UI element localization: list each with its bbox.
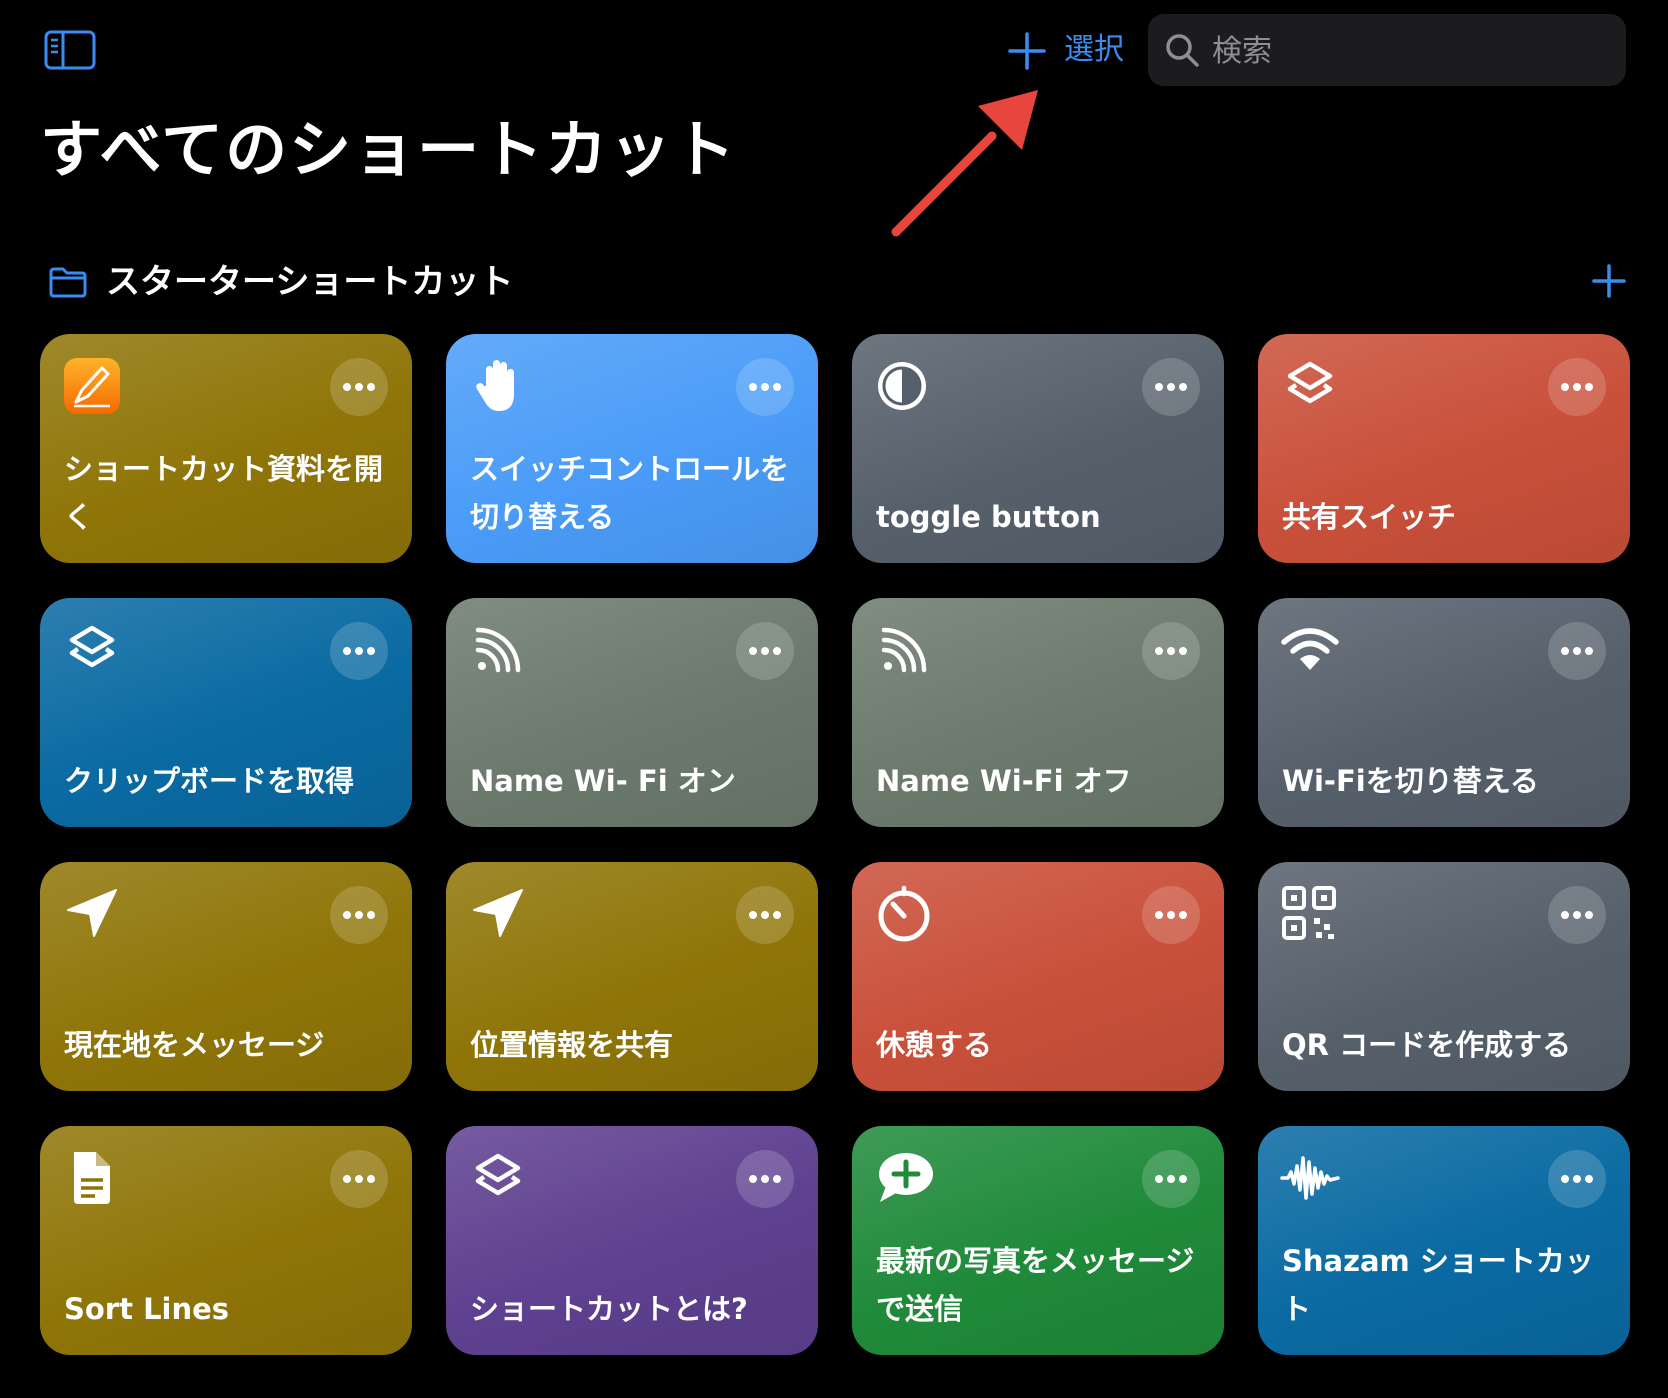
shortcut-tile-label: スイッチコントロールを切り替える <box>470 452 790 534</box>
circle-half-icon <box>874 356 934 416</box>
shortcut-tile[interactable]: Sort Lines <box>40 1126 412 1355</box>
shortcut-tile-label: 共有スイッチ <box>1282 500 1457 534</box>
document-icon <box>62 1148 122 1208</box>
more-options-icon[interactable] <box>736 358 794 416</box>
folder-icon <box>48 266 88 298</box>
location-arrow-icon <box>62 884 122 944</box>
search-icon <box>1164 32 1200 68</box>
top-bar: 選択 <box>0 0 1668 100</box>
rss-feed-icon <box>468 620 528 680</box>
add-to-folder-button[interactable] <box>1590 262 1628 300</box>
shortcut-tile-label: 現在地をメッセージ <box>64 1028 325 1062</box>
shortcut-tile[interactable]: toggle button <box>852 334 1224 563</box>
pages-app-icon <box>62 356 122 416</box>
shortcut-tile-label: QR コードを作成する <box>1282 1028 1572 1062</box>
shortcut-tile[interactable]: Shazam ショートカット <box>1258 1126 1630 1355</box>
shortcut-tile[interactable]: スイッチコントロールを切り替える <box>446 334 818 563</box>
shortcut-tile-label: 位置情報を共有 <box>470 1028 674 1062</box>
hand-raised-icon <box>468 356 528 416</box>
search-input[interactable] <box>1210 14 1614 88</box>
more-options-icon[interactable] <box>1548 622 1606 680</box>
shortcut-tile[interactable]: ショートカット資料を開く <box>40 334 412 563</box>
annotation-arrow <box>880 82 1050 244</box>
more-options-icon[interactable] <box>330 886 388 944</box>
shortcut-tile-label: Shazam ショートカット <box>1282 1244 1594 1326</box>
more-options-icon[interactable] <box>1548 358 1606 416</box>
shortcut-tile-label: Name Wi- Fi オン <box>470 764 736 798</box>
shortcut-tile-label: Sort Lines <box>64 1292 230 1326</box>
add-shortcut-button[interactable] <box>1008 32 1046 70</box>
shortcuts-layers-icon <box>1280 356 1340 416</box>
page-title: すべてのショートカット <box>40 113 738 186</box>
folder-title: スターターショートカット <box>106 262 514 302</box>
shortcut-tile-label: クリップボードを取得 <box>64 764 355 798</box>
more-options-icon[interactable] <box>1142 622 1200 680</box>
shortcut-tile[interactable]: 現在地をメッセージ <box>40 862 412 1091</box>
shortcuts-layers-icon <box>62 620 122 680</box>
shortcut-tile-label: Wi-Fiを切り替える <box>1282 764 1539 798</box>
search-bar[interactable] <box>1148 14 1626 88</box>
folder-header: スターターショートカット <box>0 250 1668 314</box>
rss-feed-icon <box>874 620 934 680</box>
more-options-icon[interactable] <box>330 358 388 416</box>
more-options-icon[interactable] <box>1142 886 1200 944</box>
more-options-icon[interactable] <box>1548 886 1606 944</box>
timer-icon <box>874 884 934 944</box>
select-button[interactable]: 選択 <box>1064 30 1124 70</box>
shortcut-tile-label: ショートカット資料を開く <box>64 452 384 534</box>
shortcut-tile[interactable]: 共有スイッチ <box>1258 334 1630 563</box>
wifi-icon <box>1280 620 1340 680</box>
more-options-icon[interactable] <box>1142 1150 1200 1208</box>
shortcut-tile[interactable]: Wi-Fiを切り替える <box>1258 598 1630 827</box>
shortcut-tile-label: toggle button <box>876 500 1101 534</box>
shortcut-tile[interactable]: クリップボードを取得 <box>40 598 412 827</box>
more-options-icon[interactable] <box>736 622 794 680</box>
more-options-icon[interactable] <box>330 1150 388 1208</box>
location-arrow-icon <box>468 884 528 944</box>
qr-code-icon <box>1280 884 1340 944</box>
more-options-icon[interactable] <box>736 886 794 944</box>
sidebar-toggle-icon[interactable] <box>44 30 96 70</box>
shortcut-tile-label: 休憩する <box>876 1028 993 1062</box>
shortcut-tile[interactable]: 最新の写真をメッセージで送信 <box>852 1126 1224 1355</box>
shortcut-tile[interactable]: 位置情報を共有 <box>446 862 818 1091</box>
shortcut-tile-label: 最新の写真をメッセージで送信 <box>876 1244 1195 1326</box>
waveform-icon <box>1280 1148 1340 1208</box>
more-options-icon[interactable] <box>1548 1150 1606 1208</box>
more-options-icon[interactable] <box>1142 358 1200 416</box>
shortcuts-grid: ショートカット資料を開く スイッチコントロールを切り替える toggle butto… <box>0 334 1668 1364</box>
shortcut-tile-label: ショートカットとは? <box>470 1292 748 1326</box>
shortcut-tile[interactable]: ショートカットとは? <box>446 1126 818 1355</box>
shortcut-tile[interactable]: 休憩する <box>852 862 1224 1091</box>
message-plus-icon <box>874 1148 934 1208</box>
shortcut-tile[interactable]: QR コードを作成する <box>1258 862 1630 1091</box>
shortcut-tile-label: Name Wi-Fi オフ <box>876 764 1132 798</box>
more-options-icon[interactable] <box>330 622 388 680</box>
shortcuts-layers-icon <box>468 1148 528 1208</box>
shortcut-tile[interactable]: Name Wi- Fi オン <box>446 598 818 827</box>
more-options-icon[interactable] <box>736 1150 794 1208</box>
shortcut-tile[interactable]: Name Wi-Fi オフ <box>852 598 1224 827</box>
